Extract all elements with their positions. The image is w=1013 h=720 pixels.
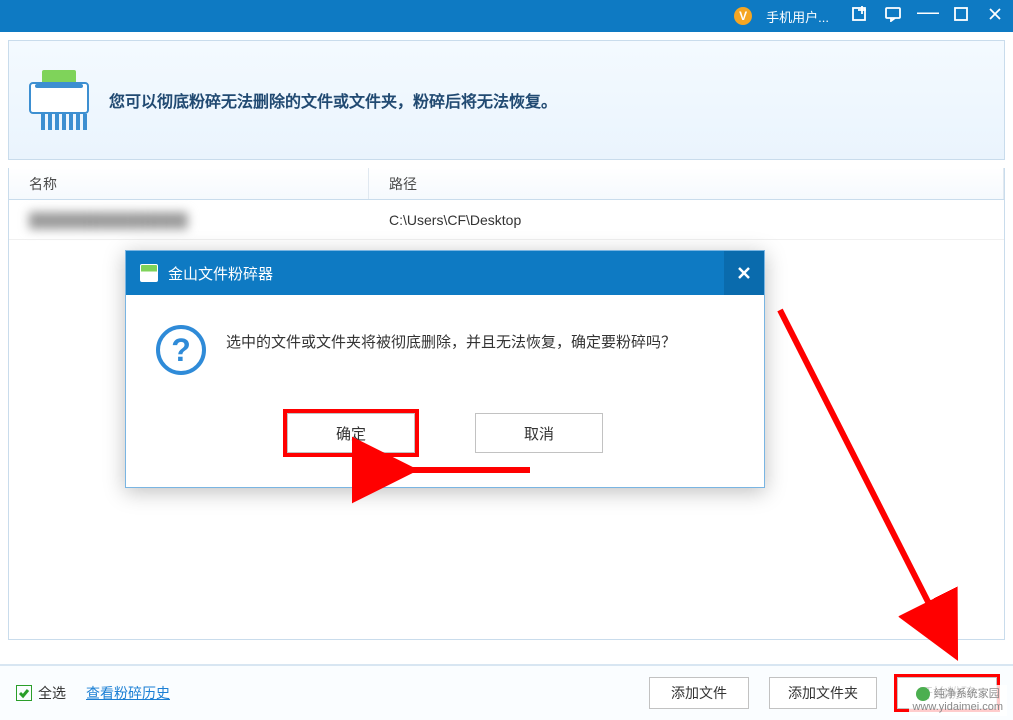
cell-path: C:\Users\CF\Desktop — [369, 212, 1004, 228]
watermark-text: 纯净系统家园 — [934, 688, 1000, 700]
confirm-ok-button[interactable]: 确定 — [287, 413, 415, 453]
dialog-app-icon — [140, 264, 158, 282]
header-description: 您可以彻底粉碎无法删除的文件或文件夹，粉碎后将无法恢复。 — [109, 88, 557, 112]
confirm-dialog: 金山文件粉碎器 ? 选中的文件或文件夹将被彻底删除，并且无法恢复，确定要粉碎吗？… — [125, 250, 765, 488]
table-header: 名称 路径 — [8, 168, 1005, 200]
table-row[interactable]: ████████████████ C:\Users\CF\Desktop — [9, 200, 1004, 240]
checkbox-icon — [16, 685, 32, 701]
feedback-icon[interactable] — [883, 6, 903, 27]
dialog-body: ? 选中的文件或文件夹将被彻底删除，并且无法恢复，确定要粉碎吗？ — [126, 295, 764, 385]
question-icon: ? — [156, 325, 206, 375]
vip-badge: V — [734, 7, 752, 25]
share-icon[interactable] — [849, 6, 869, 27]
select-all-label: 全选 — [38, 683, 66, 703]
confirm-cancel-button[interactable]: 取消 — [475, 413, 603, 453]
dialog-titlebar: 金山文件粉碎器 — [126, 251, 764, 295]
cell-name: ████████████████ — [9, 212, 369, 228]
add-folder-button[interactable]: 添加文件夹 — [769, 677, 877, 709]
window-titlebar: V 手机用户... — — [0, 0, 1013, 32]
select-all-checkbox[interactable]: 全选 — [16, 683, 66, 703]
header-panel: 您可以彻底粉碎无法删除的文件或文件夹，粉碎后将无法恢复。 — [8, 40, 1005, 160]
add-file-button[interactable]: 添加文件 — [649, 677, 749, 709]
dialog-message: 选中的文件或文件夹将被彻底删除，并且无法恢复，确定要粉碎吗？ — [226, 325, 676, 355]
watermark-logo-icon — [916, 687, 930, 701]
watermark-url: www.yidaimei.com — [913, 701, 1003, 713]
dialog-close-button[interactable] — [724, 251, 764, 295]
shredder-icon — [29, 70, 89, 130]
watermark: 纯净系统家园 www.yidaimei.com — [909, 685, 1007, 716]
close-window-icon[interactable] — [985, 6, 1005, 27]
dialog-title: 金山文件粉碎器 — [168, 263, 273, 284]
footer-toolbar: 全选 查看粉碎历史 添加文件 添加文件夹 开始粉碎 — [0, 664, 1013, 720]
maximize-icon[interactable] — [951, 6, 971, 27]
user-label[interactable]: 手机用户... — [766, 7, 829, 26]
shred-history-link[interactable]: 查看粉碎历史 — [86, 683, 170, 703]
column-header-name[interactable]: 名称 — [9, 168, 369, 199]
minimize-icon[interactable]: — — [917, 7, 937, 17]
dialog-button-row: 确定 取消 — [126, 385, 764, 487]
column-header-path[interactable]: 路径 — [369, 168, 1004, 199]
